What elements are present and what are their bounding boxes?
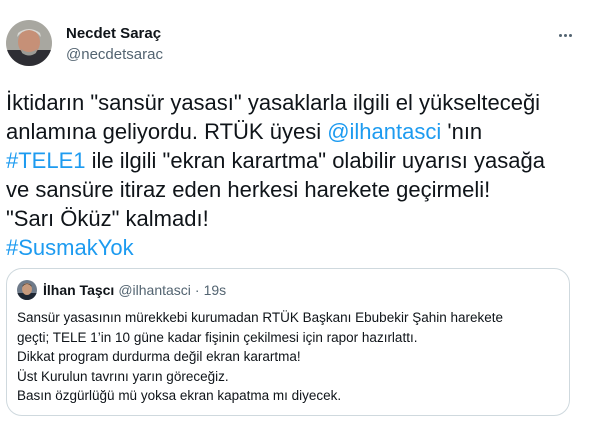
quoted-tweet-line: Dikkat program durdurma değil ekran kara… [17, 349, 301, 364]
quoted-tweet-line: geçti; TELE 1’in 10 güne kadar fişinin ç… [17, 329, 418, 345]
quoted-tweet-line: Sansür yasasının mürekkebi kurumadan RTÜ… [17, 310, 504, 325]
tweet-text-segment: 'nın [441, 119, 483, 144]
tweet-line: İktidarın "sansür yasası" yasaklarla ilg… [6, 88, 586, 117]
quoted-separator: · [194, 282, 200, 298]
quoted-timestamp[interactable]: 19s [204, 282, 227, 298]
quoted-tweet-text: Sansür yasasının mürekkebi kurumadan RTÜ… [17, 308, 557, 406]
quoted-handle[interactable]: @ilhantasci [118, 282, 191, 298]
tweet-line: anlamına geliyordu. RTÜK üyesi @ilhantas… [6, 117, 586, 146]
tweet-line: #SusmakYok [6, 233, 586, 262]
hashtag-link[interactable]: #TELE1 [6, 148, 86, 173]
quoted-tweet-line: Basın özgürlüğü mü yoksa ekran kapatma m… [17, 388, 342, 403]
more-options-icon[interactable] [553, 26, 577, 44]
tweet-line: ve sansüre itiraz eden herkesi harekete … [6, 175, 586, 204]
mention-link[interactable]: @ilhantasci [327, 119, 441, 144]
author-handle[interactable]: @necdetsarac [66, 46, 163, 64]
tweet-text-segment: anlamına geliyordu. RTÜK üyesi [6, 119, 328, 144]
author-display-name[interactable]: Necdet Saraç [66, 25, 161, 43]
quoted-tweet-header: İlhan Taşcı @ilhantasci · 19s [17, 280, 226, 300]
tweet-text-segment: ve sansüre itiraz eden herkesi harekete … [6, 177, 491, 202]
avatar[interactable] [6, 20, 52, 66]
tweet-text-segment: ile ilgili "ekran karartma" olabilir uya… [85, 148, 545, 173]
quoted-avatar[interactable] [17, 280, 37, 300]
quoted-tweet[interactable]: İlhan Taşcı @ilhantasci · 19s Sansür yas… [6, 268, 570, 416]
tweet-text: İktidarın "sansür yasası" yasaklarla ilg… [6, 88, 586, 262]
hashtag-link[interactable]: #SusmakYok [6, 235, 134, 260]
tweet-text-segment: İktidarın "sansür yasası" yasaklarla ilg… [6, 90, 541, 115]
tweet-text-segment: "Sarı Öküz" kalmadı! [6, 206, 209, 231]
quoted-tweet-line: Üst Kurulun tavrını yarın göreceğiz. [17, 368, 229, 384]
tweet-line: #TELE1 ile ilgili "ekran karartma" olabi… [6, 146, 586, 175]
quoted-display-name[interactable]: İlhan Taşcı [43, 282, 114, 298]
tweet-line: "Sarı Öküz" kalmadı! [6, 204, 586, 233]
